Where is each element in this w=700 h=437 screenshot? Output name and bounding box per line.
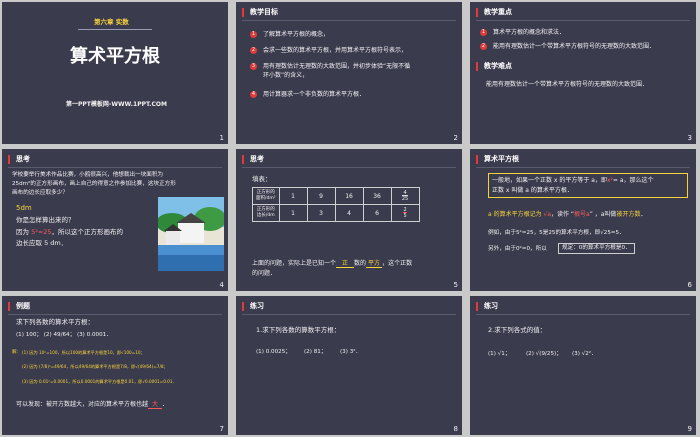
row-header: 正方形的 边长/dm (252, 204, 280, 222)
section-header: 教学重点 (476, 8, 512, 17)
list-item: 2 会求一些数的算术平方根，并用算术平方根符号表示， (250, 47, 408, 54)
section-header: 例题 (8, 302, 30, 311)
divider (476, 167, 690, 168)
reason-text: 边长应取 5 dm． (16, 239, 68, 247)
section-header: 思考 (8, 155, 30, 164)
bullet-number-icon: 2 (250, 47, 257, 54)
square-table: 正方形的 面积/dm² 1 9 16 36 4 25 正方形的 边长/dm 1 3 4… (252, 187, 420, 222)
definition-text: 一般地，如果一个正数 x 的平方等于 a，即x²= a，那么这个 (492, 177, 654, 184)
difficulty-text: 能用有理数估计一个带算术平方根符号的无理数的大致范围． (486, 81, 649, 88)
answer-text: 5dm (16, 204, 32, 212)
list-item: 2 能用有理数估计一个带算术平方根符号的无理数的大致范围． (480, 43, 656, 50)
page-number: 3 (687, 134, 692, 142)
notation-text: a 的算术平方根记为 √a，读作 “根号a” ，a叫做被开方数． (488, 211, 647, 218)
problem-text: 画布的边长应取多少？ (12, 190, 68, 196)
exercise-item: (1) 0.0025； (256, 349, 291, 355)
divider (242, 167, 456, 168)
list-item: 1 算术平方根的概念和求法． (480, 29, 566, 36)
page-number: 4 (219, 281, 224, 289)
table-cell: 25 (390, 204, 420, 222)
slide-5[interactable]: 思考 填表： 正方形的 面积/dm² 1 9 16 36 4 25 正方形的 边长/d… (236, 149, 462, 291)
slide-3[interactable]: 教学重点 1 算术平方根的概念和求法． 2 能用有理数估计一个带算术平方根符号的无理… (470, 2, 696, 144)
section-header: 教学目标 (242, 8, 278, 17)
solution-line: (1) 因为 10²=100，所以100的算术平方根是10，即√100=10； (22, 350, 145, 355)
solution-label: 解： (12, 350, 21, 355)
slide-1[interactable]: 第六章 实数 算术平方根 第一PPT模板网-WWW.1PPT.COM 1 (2, 2, 228, 144)
page-number: 7 (219, 425, 224, 433)
exercise-item: (2) 81； (304, 349, 327, 355)
slide-7[interactable]: 例题 求下列各数的算术平方根： (1) 100； (2) 49/64； (3) … (2, 296, 228, 435)
table-cell: 4 25 (390, 187, 420, 205)
page-number: 8 (453, 425, 458, 433)
table-cell: 3 (306, 204, 336, 222)
slide-title: 算术平方根 (70, 46, 160, 67)
problem-text: 25dm²的正方形画布，画上自己的得意之作参加比赛，这块正方形 (12, 181, 176, 187)
slide-4[interactable]: 思考 学校要举行美术作品比赛，小鸥很高兴，他想裁出一块面积为 25dm²的正方形… (2, 149, 228, 291)
page-number: 1 (219, 134, 224, 142)
bullet-number-icon: 3 (250, 63, 257, 70)
divider (242, 314, 456, 315)
section-header: 思考 (242, 155, 264, 164)
question-text: 求下列各数的算术平方根： (16, 318, 94, 326)
bullet-number-icon: 1 (250, 31, 257, 38)
exercise-item: (3) √2²． (572, 351, 597, 357)
exercise-item: (3) 3²． (340, 349, 362, 355)
example-text: 另外，由于0²=0，所以 (488, 246, 547, 252)
painting-image (158, 197, 224, 271)
summary-text: 上面的问题，实际上是已知一个正数的 平方 ，这个正数 (252, 260, 413, 268)
divider (8, 167, 222, 168)
page-number: 6 (687, 281, 692, 289)
bullet-number-icon: 1 (480, 29, 487, 36)
rule-box: 规定：0的算术平方根是0． (558, 243, 635, 254)
row-header: 正方形的 面积/dm² (252, 187, 280, 205)
divider (242, 20, 456, 21)
fill-label: 填表： (252, 175, 272, 183)
solution-line: (2) 因为 (7/8)²=49/64，所以49/64的算术平方根是7/8，即√… (22, 364, 168, 369)
chapter-label: 第六章 实数 (94, 18, 129, 26)
page-number: 5 (453, 281, 458, 289)
section-header: 教学难点 (476, 62, 512, 71)
question-text: 2.求下列各式的值： (488, 326, 547, 334)
table-row: 正方形的 面积/dm² 1 9 16 36 4 25 (252, 187, 420, 205)
divider (8, 314, 222, 315)
exercise-item: (2) √(9/25)； (526, 351, 562, 357)
table-cell: 1 (278, 187, 308, 205)
bullet-number-icon: 4 (250, 91, 257, 98)
list-item: 4 用计算器求一个非负数的算术平方根． (250, 91, 366, 98)
divider (476, 20, 690, 21)
solution-line: (3) 因为 0.01²=0.0001，所以0.0001的算术平方根是0.01，… (22, 379, 177, 384)
exercise-item: (1) √1； (488, 351, 511, 357)
table-cell: 16 (334, 187, 364, 205)
divider (476, 314, 690, 315)
list-item: 1 了解算术平方根的概念， (250, 31, 330, 38)
list-item: 3 用有理数估计无理数的大致范围，并初步体验“无限不循 环小数”的含义， (250, 63, 411, 79)
footer-text: 第一PPT模板网-WWW.1PPT.COM (66, 101, 167, 108)
table-row: 正方形的 边长/dm 1 3 4 6 25 (252, 204, 420, 222)
bullet-number-icon: 2 (480, 43, 487, 50)
question-text: 1.求下列各数的算数平方根： (256, 326, 341, 334)
table-cell: 9 (306, 187, 336, 205)
table-cell: 6 (362, 204, 392, 222)
problem-text: 学校要举行美术作品比赛，小鸥很高兴，他想裁出一块面积为 (12, 172, 164, 178)
section-header: 算术平方根 (476, 155, 519, 164)
section-header: 练习 (242, 302, 264, 311)
chapter-underline (78, 29, 152, 30)
slide-9[interactable]: 练习 2.求下列各式的值： (1) √1； (2) √(9/25)； (3) √… (470, 296, 696, 435)
summary-text: 的问题． (252, 270, 277, 277)
reason-text: 因为 5²=25，所以这个正方形画布的 (16, 228, 124, 236)
slide-6[interactable]: 算术平方根 一般地，如果一个正数 x 的平方等于 a，即x²= a，那么这个 正… (470, 149, 696, 291)
conclusion-text: 可以发现：被开方数越大，对应的算术平方根也越大． (16, 401, 169, 409)
table-cell: 4 (334, 204, 364, 222)
question-text: 你是怎样算出来的？ (16, 216, 75, 224)
definition-text: 正数 x 叫做 a 的算术平方根． (492, 187, 573, 194)
table-cell: 1 (278, 204, 308, 222)
items-text: (1) 100； (2) 49/64； (3) 0.0001． (16, 332, 112, 338)
page-number: 9 (687, 425, 692, 433)
slide-8[interactable]: 练习 1.求下列各数的算数平方根： (1) 0.0025； (2) 81； (3… (236, 296, 462, 435)
section-header: 练习 (476, 302, 498, 311)
slide-2[interactable]: 教学目标 1 了解算术平方根的概念， 2 会求一些数的算术平方根，并用算术平方根符号… (236, 2, 462, 144)
page-number: 2 (453, 134, 458, 142)
table-cell: 36 (362, 187, 392, 205)
example-text: 例如，由于5²=25，5是25的算术平方根，即√25=5． (488, 230, 625, 236)
